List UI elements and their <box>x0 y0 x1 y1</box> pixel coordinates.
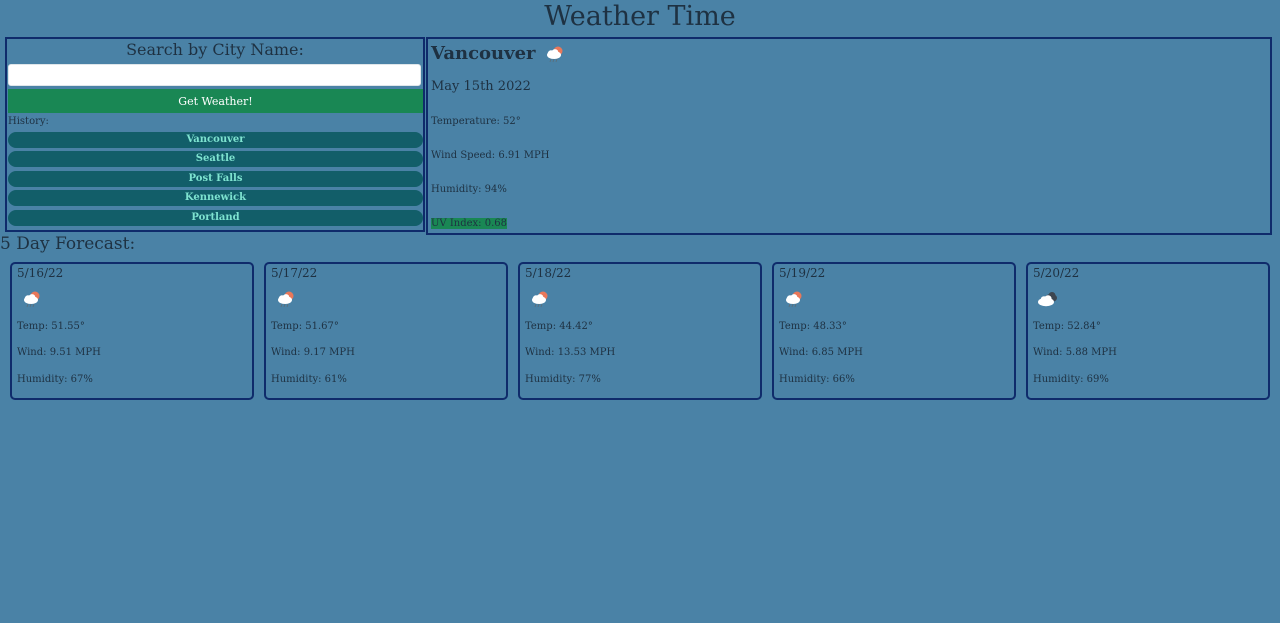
rain-cloud-sun-icon <box>544 45 566 63</box>
forecast-temp: Temp: 44.42° <box>525 321 593 332</box>
forecast-date: 5/16/22 <box>17 266 64 280</box>
rain-cloud-sun-icon <box>529 290 551 308</box>
history-item-portland[interactable]: Portland <box>8 209 423 226</box>
current-city-row: Vancouver <box>431 42 566 66</box>
rain-cloud-sun-icon <box>783 290 805 308</box>
forecast-temp: Temp: 52.84° <box>1033 321 1101 332</box>
forecast-wind: Wind: 6.85 MPH <box>779 347 863 358</box>
history-item-seattle[interactable]: Seattle <box>8 151 423 168</box>
search-panel: Search by City Name: Get Weather! Histor… <box>5 37 425 232</box>
forecast-card: 5/20/22 Temp: 52.84° Wind: 5.88 MPH Humi… <box>1026 262 1270 400</box>
history-item-kennewick[interactable]: Kennewick <box>8 190 423 207</box>
forecast-humidity: Humidity: 69% <box>1033 374 1109 385</box>
rain-cloud-sun-icon <box>21 290 43 308</box>
city-search-input[interactable] <box>8 64 421 86</box>
page-title: Weather Time <box>544 1 736 32</box>
forecast-card: 5/16/22 Temp: 51.55° Wind: 9.51 MPH Humi… <box>10 262 254 400</box>
current-date: May 15th 2022 <box>431 79 531 94</box>
history-label: History: <box>8 116 49 127</box>
forecast-humidity: Humidity: 61% <box>271 374 347 385</box>
forecast-temp: Temp: 51.55° <box>17 321 85 332</box>
current-wind-speed: Wind Speed: 6.91 MPH <box>431 150 550 161</box>
search-heading: Search by City Name: <box>126 40 304 59</box>
current-city-name: Vancouver <box>431 43 536 64</box>
broken-clouds-icon <box>1037 290 1059 308</box>
current-temperature: Temperature: 52° <box>431 116 521 127</box>
forecast-card: 5/19/22 Temp: 48.33° Wind: 6.85 MPH Humi… <box>772 262 1016 400</box>
forecast-date: 5/18/22 <box>525 266 572 280</box>
current-weather-panel: Vancouver May 15th 2022 Temperature: 52°… <box>426 37 1272 235</box>
rain-cloud-sun-icon <box>275 290 297 308</box>
forecast-wind: Wind: 9.17 MPH <box>271 347 355 358</box>
get-weather-button[interactable]: Get Weather! <box>8 89 423 113</box>
forecast-date: 5/17/22 <box>271 266 318 280</box>
forecast-date: 5/20/22 <box>1033 266 1080 280</box>
forecast-humidity: Humidity: 77% <box>525 374 601 385</box>
forecast-title: 5 Day Forecast: <box>0 234 136 254</box>
forecast-temp: Temp: 51.67° <box>271 321 339 332</box>
forecast-wind: Wind: 5.88 MPH <box>1033 347 1117 358</box>
forecast-wind: Wind: 9.51 MPH <box>17 347 101 358</box>
current-uv-index: UV Index: 0.68 <box>431 218 507 229</box>
forecast-humidity: Humidity: 67% <box>17 374 93 385</box>
history-item-post-falls[interactable]: Post Falls <box>8 170 423 187</box>
history-item-vancouver[interactable]: Vancouver <box>8 132 423 148</box>
current-humidity: Humidity: 94% <box>431 184 507 195</box>
forecast-card: 5/18/22 Temp: 44.42° Wind: 13.53 MPH Hum… <box>518 262 762 400</box>
forecast-card: 5/17/22 Temp: 51.67° Wind: 9.17 MPH Humi… <box>264 262 508 400</box>
forecast-humidity: Humidity: 66% <box>779 374 855 385</box>
forecast-wind: Wind: 13.53 MPH <box>525 347 616 358</box>
forecast-date: 5/19/22 <box>779 266 826 280</box>
history-list: Vancouver Seattle Post Falls Kennewick P… <box>8 132 423 229</box>
forecast-temp: Temp: 48.33° <box>779 321 847 332</box>
